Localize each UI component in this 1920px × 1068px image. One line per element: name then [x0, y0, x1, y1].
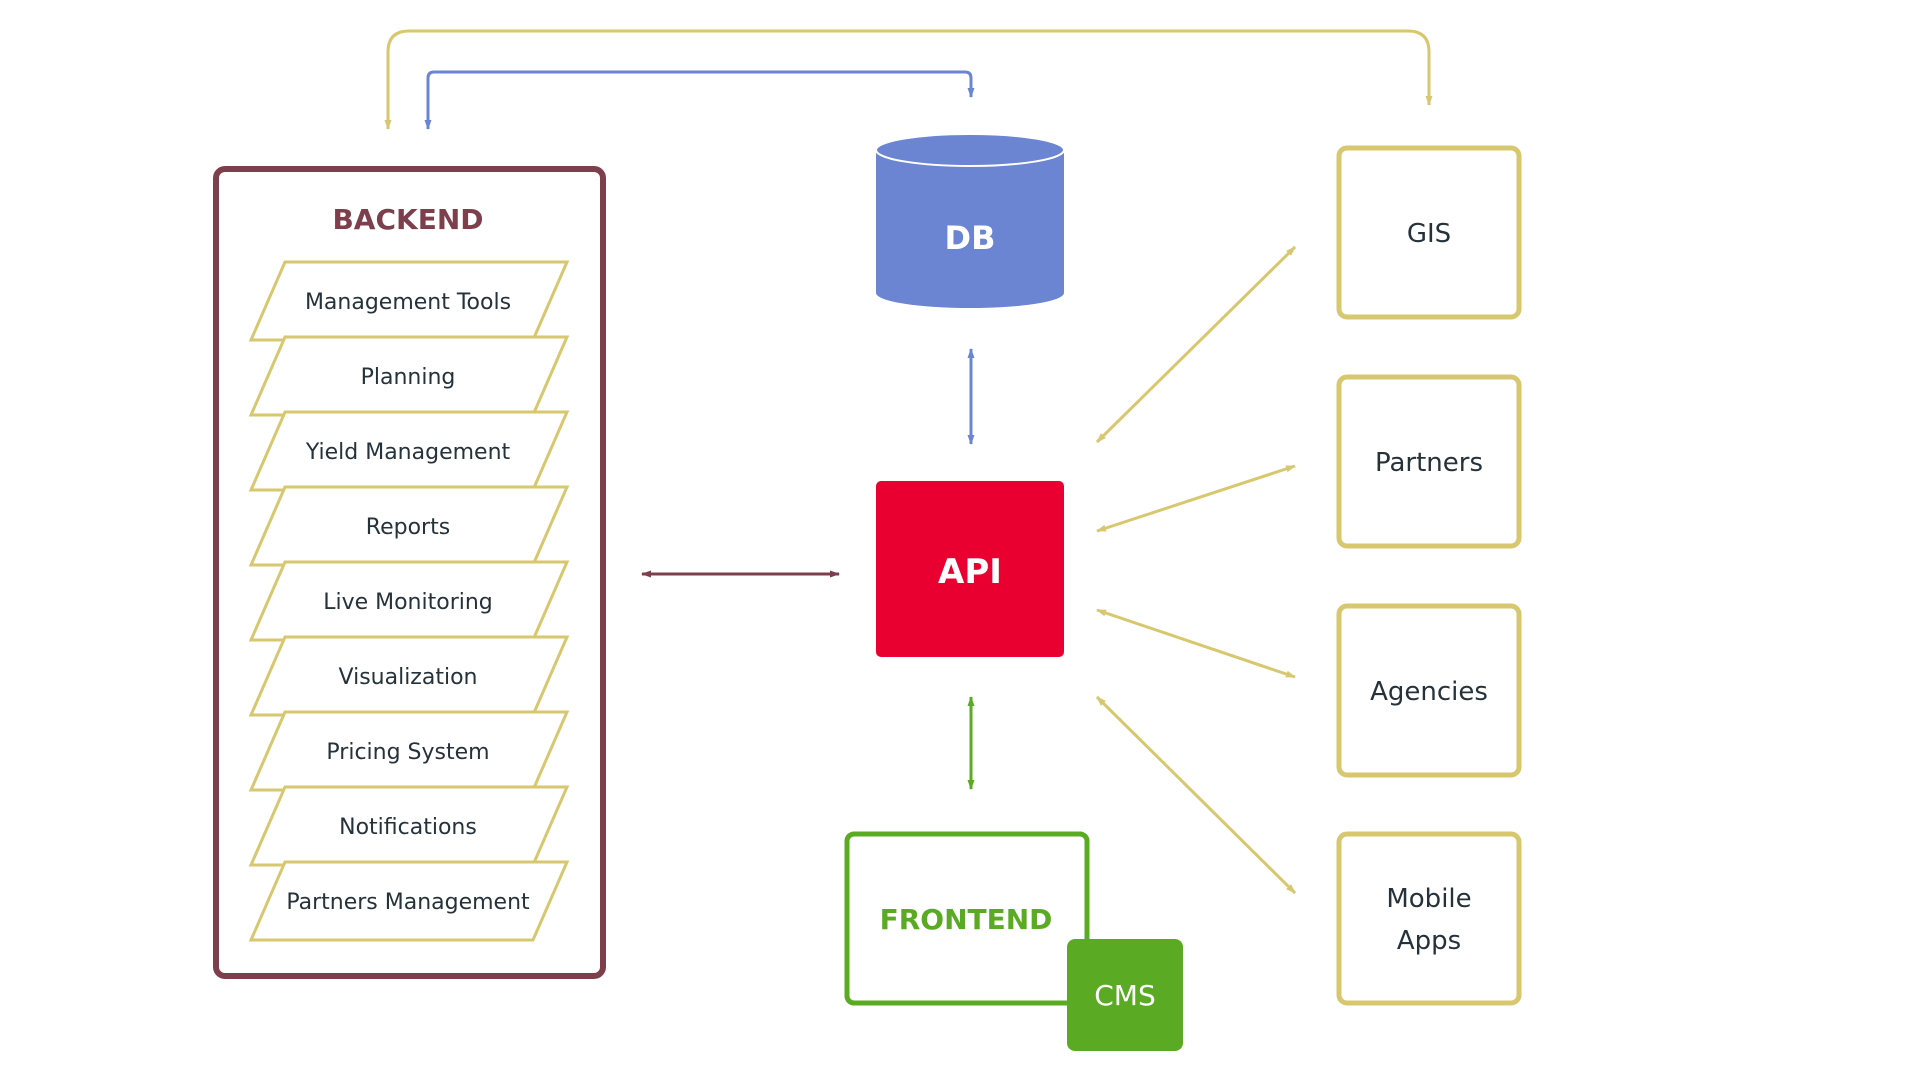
db-cylinder: DB [875, 133, 1065, 308]
module-label: Yield Management [305, 440, 511, 465]
partners-node: Partners [1336, 374, 1522, 549]
module-label: Live Monitoring [323, 590, 493, 615]
frontend-label: FRONTEND [880, 903, 1053, 936]
api-gis-connector [1095, 245, 1297, 444]
external-nodes: GIS Partners Agencies Mobile Apps [1336, 145, 1522, 1006]
module-label: Reports [366, 515, 450, 540]
module-label: Partners Management [286, 890, 530, 915]
backend-module: Notifications [248, 785, 570, 867]
backend-module: Planning [248, 335, 570, 417]
cms-label: CMS [1094, 979, 1155, 1012]
db-backend-connector [424, 70, 975, 130]
api-mobile-apps-connector [1095, 695, 1297, 895]
api-label: API [938, 552, 1002, 592]
agencies-node: Agencies [1336, 603, 1522, 778]
module-label: Notifications [339, 815, 477, 840]
agencies-label: Agencies [1370, 677, 1488, 707]
module-label: Visualization [339, 665, 478, 690]
api-partners-connector [1096, 464, 1296, 533]
api-agencies-connector [1096, 608, 1296, 679]
backend-module: Partners Management [248, 860, 570, 942]
mobile-apps-node: Mobile Apps [1336, 831, 1522, 1006]
backend-container: BACKEND Management Tools Planning Yield Ma… [213, 166, 606, 979]
backend-title: BACKEND [332, 203, 483, 236]
module-label: Management Tools [305, 290, 511, 315]
backend-module: Pricing System [248, 710, 570, 792]
gis-backend-connector [384, 29, 1433, 130]
module-label: Planning [361, 365, 456, 390]
partners-label: Partners [1375, 448, 1483, 478]
frontend-node: FRONTEND CMS [844, 831, 1183, 1051]
backend-module: Yield Management [248, 410, 570, 492]
mobile-apps-label: Apps [1397, 926, 1461, 956]
db-top [875, 133, 1065, 167]
backend-module: Live Monitoring [248, 560, 570, 642]
backend-modules: Management Tools Planning Yield Management… [248, 260, 570, 942]
mobile-apps-box [1336, 831, 1522, 1006]
api-node: API [876, 481, 1064, 657]
gis-node: GIS [1336, 145, 1522, 320]
architecture-diagram: BACKEND Management Tools Planning Yield Ma… [213, 29, 1522, 1051]
db-label: DB [945, 219, 996, 257]
backend-module: Visualization [248, 635, 570, 717]
gis-label: GIS [1407, 219, 1451, 249]
backend-module: Reports [248, 485, 570, 567]
mobile-apps-label: Mobile [1386, 884, 1471, 914]
backend-module: Management Tools [248, 260, 570, 342]
module-label: Pricing System [326, 740, 489, 765]
